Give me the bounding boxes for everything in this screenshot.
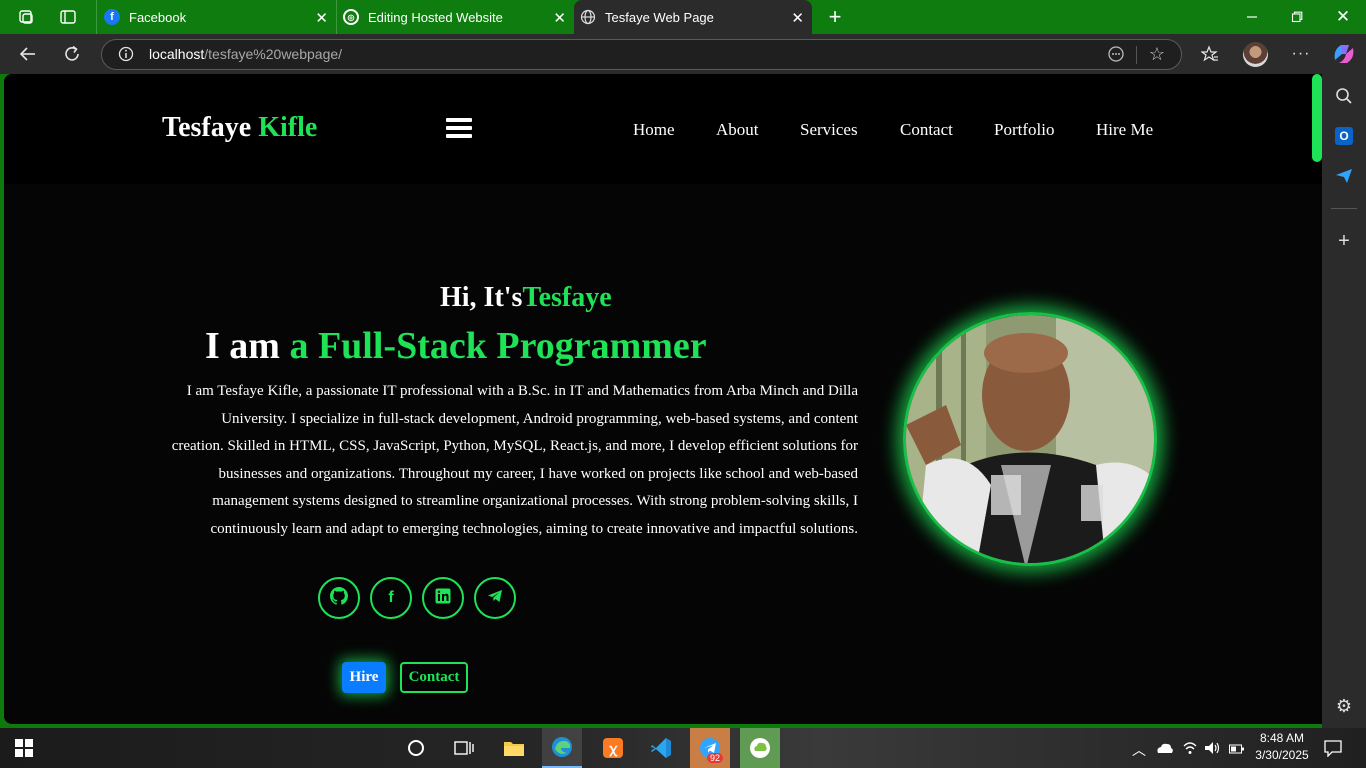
site-info-icon[interactable] [112,40,140,68]
cloud-sync-app-icon[interactable] [740,728,780,768]
greeting-name: Tesfaye [522,282,612,313]
site-logo[interactable]: Tesfaye Kifle [162,112,317,144]
outlook-icon[interactable]: O [1335,127,1353,145]
back-icon[interactable] [14,40,42,68]
telegram-icon [487,588,503,609]
hamburger-menu-icon[interactable] [446,118,472,140]
notifications-icon[interactable] [1324,739,1342,762]
refresh-icon[interactable] [58,40,86,68]
github-link[interactable] [318,577,360,619]
tab-label: Facebook [129,9,187,25]
copilot-icon[interactable] [1331,42,1357,66]
task-view-icon[interactable] [444,728,484,768]
profile-photo [903,312,1157,566]
divider [1331,208,1357,209]
globe-icon [580,9,596,25]
tab-tesfaye-web-page[interactable]: Tesfaye Web Page ✕ [574,0,812,34]
tab-actions-icon[interactable] [54,3,82,31]
close-tab-icon[interactable]: ✕ [315,9,328,27]
favorite-star-icon[interactable]: ☆ [1143,40,1171,68]
wifi-icon[interactable] [1182,740,1198,761]
volume-icon[interactable] [1204,740,1222,761]
url-host: localhost [149,46,205,62]
role-prefix: I am [205,325,280,367]
divider [1136,46,1137,64]
linkedin-icon [435,588,451,609]
facebook-favicon-icon: f [104,9,120,25]
bio-paragraph: I am Tesfaye Kifle, a passionate IT prof… [171,383,858,537]
tab-facebook[interactable]: f Facebook ✕ [96,0,336,34]
telegram-link[interactable] [474,577,516,619]
profile-avatar[interactable] [1243,42,1268,67]
add-sidebar-app-icon[interactable]: + [1330,227,1358,255]
workspaces-icon[interactable] [12,3,40,31]
clock-time: 8:48 AM [1259,731,1305,745]
nav-home[interactable]: Home [633,120,675,140]
xampp-icon[interactable]: ꭓ [593,728,633,768]
new-tab-icon[interactable]: + [821,3,849,31]
wordpress-favicon-icon: ◎ [343,9,359,25]
telegram-taskbar-icon[interactable]: 92 [690,728,730,768]
close-tab-icon[interactable]: ✕ [553,9,566,27]
clock-date: 3/30/2025 [1255,748,1309,762]
hire-button[interactable]: Hire [342,662,386,693]
search-icon[interactable] [1330,82,1358,110]
sidebar-settings-icon[interactable]: ⚙ [1330,692,1358,720]
minimize-icon[interactable] [1238,3,1266,31]
file-explorer-icon[interactable] [494,728,534,768]
favorites-icon[interactable] [1196,40,1224,68]
nav-services[interactable]: Services [800,120,858,140]
role-title: a Full-Stack Programmer [289,325,707,367]
windows-start-icon[interactable] [4,728,44,768]
scrollbar-thumb[interactable] [1312,74,1322,162]
notification-badge: 92 [706,753,723,763]
tab-label: Editing Hosted Website [368,9,503,25]
battery-icon[interactable] [1229,742,1245,760]
edge-taskbar-icon[interactable] [542,728,582,768]
greeting-prefix: Hi, It's [440,282,523,313]
nav-hire-me[interactable]: Hire Me [1096,120,1153,140]
role-headline: I am a Full-Stack Programmer [205,324,707,368]
linkedin-link[interactable] [422,577,464,619]
vscode-icon[interactable] [641,728,681,768]
tab-editing-hosted-website[interactable]: ◎ Editing Hosted Website ✕ [336,0,574,34]
close-window-icon[interactable]: ✕ [1329,3,1357,31]
logo-second: Kifle [258,112,318,143]
send-icon[interactable] [1330,162,1358,190]
facebook-icon: f [388,589,394,606]
tab-label: Tesfaye Web Page [605,9,714,25]
show-hidden-icons[interactable]: ︿ [1132,740,1146,760]
url-path: /tesfaye%20webpage/ [204,46,343,62]
nav-about[interactable]: About [716,120,759,140]
facebook-link[interactable]: f [370,577,412,619]
logo-first: Tesfaye [162,112,252,143]
cortana-icon[interactable] [396,728,436,768]
read-aloud-icon[interactable] [1102,40,1130,68]
close-tab-icon[interactable]: ✕ [791,9,804,27]
restore-icon[interactable] [1283,3,1311,31]
github-icon [330,586,349,610]
contact-button[interactable]: Contact [400,662,468,693]
nav-portfolio[interactable]: Portfolio [994,120,1054,140]
nav-contact[interactable]: Contact [900,120,953,140]
url-text[interactable]: localhost/tesfaye%20webpage/ [149,46,342,62]
page-viewport: Tesfaye Kifle Home About Services Contac… [4,74,1322,724]
more-options-icon[interactable]: ··· [1287,40,1315,68]
clock[interactable]: 8:48 AM 3/30/2025 [1254,731,1310,762]
onedrive-icon[interactable] [1156,741,1174,760]
greeting: Hi, It'sTesfaye [440,282,612,314]
